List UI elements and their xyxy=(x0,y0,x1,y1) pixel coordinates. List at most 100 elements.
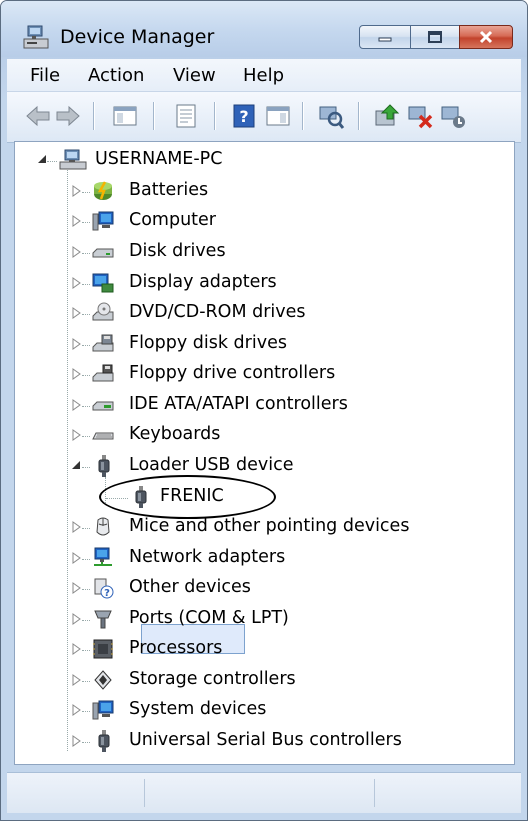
expand-arrow-icon[interactable] xyxy=(72,399,82,411)
minimize-icon xyxy=(378,37,392,42)
processor-icon xyxy=(93,639,113,659)
tree-item-dvd-drives[interactable]: DVD/CD-ROM drives xyxy=(15,299,495,327)
close-button[interactable] xyxy=(459,25,513,49)
forward-icon[interactable] xyxy=(53,101,83,131)
tree-item-usb-controllers[interactable]: Universal Serial Bus controllers xyxy=(15,727,495,755)
scan-hardware-changes-icon[interactable] xyxy=(316,101,346,131)
window-title: Device Manager xyxy=(60,26,215,48)
tree-item-ide-controllers[interactable]: IDE ATA/ATAPI controllers xyxy=(15,391,495,419)
tree-item-mice[interactable]: Mice and other pointing devices xyxy=(15,513,495,541)
expand-arrow-icon[interactable] xyxy=(72,185,82,197)
tree-item-label: Processors xyxy=(129,638,223,658)
minimize-button[interactable] xyxy=(359,25,411,49)
menu-bar: File Action View Help xyxy=(7,59,521,92)
toolbar: ? xyxy=(7,92,521,143)
usb-plug-icon xyxy=(98,455,110,477)
maximize-button[interactable] xyxy=(410,25,460,49)
title-bar[interactable]: Device Manager xyxy=(1,1,527,57)
tree-item-floppy-disk-drives[interactable]: Floppy disk drives xyxy=(15,330,495,358)
tree-item-floppy-drive-controllers[interactable]: Floppy drive controllers xyxy=(15,360,495,388)
uninstall-icon[interactable] xyxy=(405,101,435,131)
disable-icon[interactable] xyxy=(438,101,468,131)
expand-arrow-icon[interactable] xyxy=(72,552,82,564)
tree-item-ports[interactable]: Ports (COM & LPT) xyxy=(15,605,495,633)
status-pane xyxy=(7,779,145,807)
properties-icon[interactable] xyxy=(171,101,201,131)
close-icon xyxy=(479,30,493,44)
tree-item-system-devices[interactable]: System devices xyxy=(15,696,495,724)
tree-item-processors[interactable]: Processors xyxy=(15,635,495,663)
tree-item-label: Keyboards xyxy=(129,424,221,444)
device-manager-window: Device Manager File Action View Help ? U… xyxy=(0,0,528,821)
show-hide-console-tree-icon[interactable] xyxy=(110,101,140,131)
disk-drive-icon xyxy=(92,248,114,258)
menu-action[interactable]: Action xyxy=(88,65,144,86)
tree-item-label: DVD/CD-ROM drives xyxy=(129,302,306,322)
status-pane xyxy=(376,779,516,807)
expand-arrow-icon[interactable] xyxy=(72,307,82,319)
expand-arrow-icon[interactable] xyxy=(72,735,82,747)
expand-arrow-icon[interactable] xyxy=(72,246,82,258)
computer-pc-icon xyxy=(59,149,87,170)
svg-text:?: ? xyxy=(104,588,110,599)
menu-view[interactable]: View xyxy=(173,65,216,86)
tree-item-keyboards[interactable]: Keyboards xyxy=(15,421,495,449)
tree-item-network-adapters[interactable]: Network adapters xyxy=(15,544,495,572)
device-manager-icon xyxy=(23,25,49,49)
tree-root-node[interactable]: USERNAME-PC xyxy=(15,146,495,174)
keyboard-icon xyxy=(92,432,114,440)
expand-arrow-icon[interactable] xyxy=(72,643,82,655)
tree-item-label: Mice and other pointing devices xyxy=(129,516,410,536)
tree-item-disk-drives[interactable]: Disk drives xyxy=(15,238,495,266)
update-driver-icon[interactable] xyxy=(372,101,402,131)
annotation-oval xyxy=(99,475,276,519)
unknown-device-icon: ? xyxy=(94,578,114,599)
tree-root-label: USERNAME-PC xyxy=(95,149,223,169)
expand-arrow-icon[interactable] xyxy=(72,521,82,533)
expand-arrow-icon[interactable] xyxy=(72,613,82,625)
tree-item-storage-controllers[interactable]: Storage controllers xyxy=(15,666,495,694)
tree-item-label: Loader USB device xyxy=(129,455,294,475)
tree-item-loader-usb-device[interactable]: Loader USB device xyxy=(15,452,495,480)
menu-file[interactable]: File xyxy=(30,65,60,86)
expand-arrow-icon[interactable] xyxy=(72,429,82,441)
help-icon[interactable]: ? xyxy=(229,101,259,131)
tree-item-batteries[interactable]: Batteries xyxy=(15,177,495,205)
storage-controller-icon xyxy=(94,670,112,690)
tree-item-label: Network adapters xyxy=(129,547,286,567)
expand-arrow-icon[interactable] xyxy=(72,674,82,686)
tree-item-computer[interactable]: Computer xyxy=(15,207,495,235)
tree-item-other-devices[interactable]: ? Other devices xyxy=(15,574,495,602)
back-icon[interactable] xyxy=(23,101,53,131)
expand-arrow-icon[interactable] xyxy=(72,704,82,716)
tree-item-label: Storage controllers xyxy=(129,669,296,689)
device-tree[interactable]: USERNAME-PC Batteries Computer Disk driv… xyxy=(14,141,515,765)
network-adapter-icon xyxy=(94,547,112,566)
tree-item-label: Floppy disk drives xyxy=(129,333,287,353)
battery-icon xyxy=(94,181,112,200)
expand-arrow-icon[interactable] xyxy=(72,215,82,227)
port-icon xyxy=(94,610,112,629)
floppy-controller-icon xyxy=(92,364,114,382)
display-adapter-icon xyxy=(92,273,114,293)
tree-item-label: Other devices xyxy=(129,577,251,597)
maximize-icon xyxy=(428,31,442,43)
status-pane xyxy=(146,779,375,807)
expand-arrow-icon[interactable] xyxy=(72,277,82,289)
menu-help[interactable]: Help xyxy=(243,65,284,86)
tree-item-display-adapters[interactable]: Display adapters xyxy=(15,269,495,297)
ide-controller-icon xyxy=(92,401,114,411)
floppy-drive-icon xyxy=(92,334,114,352)
tree-item-label: Universal Serial Bus controllers xyxy=(129,730,402,750)
caption-buttons xyxy=(359,25,513,49)
expand-arrow-icon[interactable] xyxy=(72,338,82,350)
collapse-arrow-icon[interactable] xyxy=(71,460,81,472)
action-pane-icon[interactable] xyxy=(263,101,293,131)
tree-item-label: System devices xyxy=(129,699,267,719)
expand-arrow-icon[interactable] xyxy=(72,368,82,380)
expand-arrow-icon[interactable] xyxy=(72,582,82,594)
dvd-drive-icon xyxy=(92,302,114,321)
collapse-arrow-icon[interactable] xyxy=(37,154,47,166)
tree-item-label: IDE ATA/ATAPI controllers xyxy=(129,394,348,414)
tree-item-label: Floppy drive controllers xyxy=(129,363,336,383)
